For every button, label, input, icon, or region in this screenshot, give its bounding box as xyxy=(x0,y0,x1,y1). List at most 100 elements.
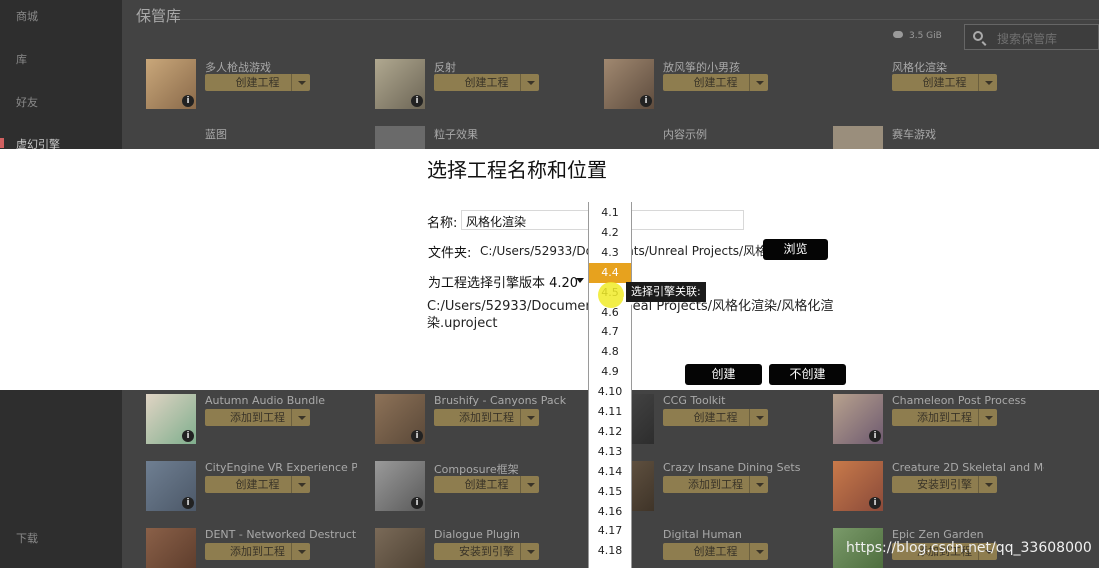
asset-thumbnail: i xyxy=(146,59,196,109)
watermark: https://blog.csdn.net/qq_33608000 xyxy=(846,540,1092,556)
folder-label: 文件夹: xyxy=(428,246,472,261)
asset-name: Chameleon Post Process xyxy=(892,394,1027,407)
launcher-window: 商城 库 好友 虚幻引擎 下载 保管库 3.5 GiB 搜索保管库 i 多人枪战… xyxy=(0,0,1099,568)
asset-card[interactable]: i 放风筝的小男孩 创建工程 xyxy=(604,59,824,115)
version-option[interactable]: 4.3 xyxy=(589,243,631,263)
sidebar-item-friends[interactable]: 好友 xyxy=(16,94,38,110)
info-icon[interactable]: i xyxy=(182,95,194,107)
chevron-down-icon[interactable] xyxy=(291,74,311,91)
cloud-icon xyxy=(893,31,903,38)
asset-thumbnail xyxy=(375,528,425,568)
asset-card[interactable]: i Chameleon Post Process 添加到工程 xyxy=(833,394,1053,450)
version-option[interactable]: 4.2 xyxy=(589,223,631,243)
asset-name: Creature 2D Skeletal and Mes xyxy=(892,461,1044,474)
info-icon[interactable]: i xyxy=(411,497,423,509)
asset-card[interactable]: i 多人枪战游戏 创建工程 xyxy=(146,59,366,115)
asset-name: Brushify - Canyons Pack xyxy=(434,394,567,407)
version-option[interactable]: 4.1 xyxy=(589,203,631,223)
asset-name: Autumn Audio Bundle xyxy=(205,394,326,407)
asset-thumbnail: i xyxy=(146,394,196,444)
info-icon[interactable]: i xyxy=(640,95,652,107)
create-project-dialog xyxy=(0,149,1099,390)
asset-thumbnail xyxy=(146,528,196,568)
chevron-down-icon[interactable] xyxy=(520,409,540,426)
asset-card[interactable]: i 反射 创建工程 xyxy=(375,59,595,115)
title-divider xyxy=(180,19,1099,20)
asset-name: 反射 xyxy=(434,61,456,74)
dialog-title: 选择工程名称和位置 xyxy=(427,158,607,182)
asset-card[interactable]: i CityEngine VR Experience Pro 创建工程 xyxy=(146,461,366,517)
version-option[interactable]: 4.8 xyxy=(589,342,631,362)
storage-indicator: 3.5 GiB xyxy=(893,31,942,41)
asset-card[interactable]: Dialogue Plugin 安装到引擎 xyxy=(375,528,595,568)
asset-name: 赛车游戏 xyxy=(892,128,936,141)
info-icon[interactable]: i xyxy=(869,430,881,442)
chevron-down-icon[interactable] xyxy=(749,409,769,426)
info-icon[interactable]: i xyxy=(411,95,423,107)
version-dropdown-list[interactable]: 4.14.24.34.44.54.64.74.84.94.104.114.124… xyxy=(588,202,632,568)
chevron-down-icon[interactable] xyxy=(520,476,540,493)
sidebar-item-library[interactable]: 库 xyxy=(16,51,27,67)
asset-card[interactable]: i Composure框架 创建工程 xyxy=(375,461,595,517)
asset-card[interactable]: 风格化渲染 创建工程 xyxy=(833,59,1053,115)
version-option[interactable]: 4.13 xyxy=(589,442,631,462)
asset-thumbnail: i xyxy=(146,461,196,511)
chevron-down-icon[interactable] xyxy=(520,74,540,91)
info-icon[interactable]: i xyxy=(869,497,881,509)
cancel-button[interactable]: 不创建 xyxy=(769,364,846,385)
asset-thumbnail: i xyxy=(833,394,883,444)
asset-name: DENT - Networked Destructio xyxy=(205,528,357,541)
asset-name: Crazy Insane Dining Sets xyxy=(663,461,801,474)
asset-card[interactable]: i Creature 2D Skeletal and Mes 安装到引擎 xyxy=(833,461,1053,517)
tooltip: 选择引擎关联: xyxy=(626,282,706,302)
version-option[interactable]: 4.16 xyxy=(589,502,631,522)
project-file-path: C:/Users/52933/Documents/Unreal Projects… xyxy=(427,299,834,331)
chevron-down-icon[interactable] xyxy=(749,74,769,91)
asset-name: 多人枪战游戏 xyxy=(205,61,271,74)
version-option[interactable]: 4.4 xyxy=(589,262,631,283)
sidebar-item-downloads[interactable]: 下载 xyxy=(16,530,38,546)
version-option[interactable]: 4.7 xyxy=(589,322,631,342)
asset-name: 内容示例 xyxy=(663,128,707,141)
asset-name: Composure框架 xyxy=(434,463,519,476)
chevron-down-icon[interactable] xyxy=(291,476,311,493)
asset-thumbnail: i xyxy=(833,461,883,511)
search-placeholder: 搜索保管库 xyxy=(997,32,1058,46)
chevron-down-icon[interactable] xyxy=(291,409,311,426)
info-icon[interactable]: i xyxy=(411,430,423,442)
sidebar-item-store[interactable]: 商城 xyxy=(16,8,38,24)
asset-card[interactable]: Digital Human 创建工程 xyxy=(604,528,824,568)
version-option[interactable]: 4.10 xyxy=(589,382,631,402)
chevron-down-icon[interactable] xyxy=(749,543,769,560)
chevron-down-icon[interactable] xyxy=(576,278,584,283)
info-icon[interactable]: i xyxy=(182,430,194,442)
asset-name: Digital Human xyxy=(663,528,742,541)
chevron-down-icon[interactable] xyxy=(978,74,998,91)
chevron-down-icon[interactable] xyxy=(520,543,540,560)
browse-button[interactable]: 浏览 xyxy=(763,239,828,260)
info-icon[interactable]: i xyxy=(182,497,194,509)
asset-thumbnail xyxy=(833,126,883,149)
chevron-down-icon[interactable] xyxy=(978,409,998,426)
version-option[interactable]: 4.14 xyxy=(589,462,631,482)
version-option[interactable]: 4.17 xyxy=(589,521,631,541)
asset-name: 风格化渲染 xyxy=(892,61,947,74)
chevron-down-icon[interactable] xyxy=(749,476,769,493)
asset-card[interactable]: i Autumn Audio Bundle 添加到工程 xyxy=(146,394,366,450)
engine-version-selector[interactable]: 为工程选择引擎版本 4.20 xyxy=(428,272,578,291)
version-option[interactable]: 4.12 xyxy=(589,422,631,442)
version-option[interactable]: 4.9 xyxy=(589,362,631,382)
create-button[interactable]: 创建 xyxy=(685,364,762,385)
search-input[interactable]: 搜索保管库 xyxy=(964,24,1099,50)
asset-card[interactable]: i Brushify - Canyons Pack 添加到工程 xyxy=(375,394,595,450)
asset-card[interactable]: DENT - Networked Destructio 添加到工程 xyxy=(146,528,366,568)
version-option[interactable]: 4.11 xyxy=(589,402,631,422)
version-option[interactable]: 4.18 xyxy=(589,541,631,561)
version-option[interactable]: 4.15 xyxy=(589,482,631,502)
asset-name: Dialogue Plugin xyxy=(434,528,520,541)
asset-card[interactable]: CCG Toolkit 创建工程 xyxy=(604,394,824,450)
chevron-down-icon[interactable] xyxy=(291,543,311,560)
chevron-down-icon[interactable] xyxy=(978,476,998,493)
asset-card[interactable]: Crazy Insane Dining Sets 添加到工程 xyxy=(604,461,824,517)
asset-name: 粒子效果 xyxy=(434,128,478,141)
